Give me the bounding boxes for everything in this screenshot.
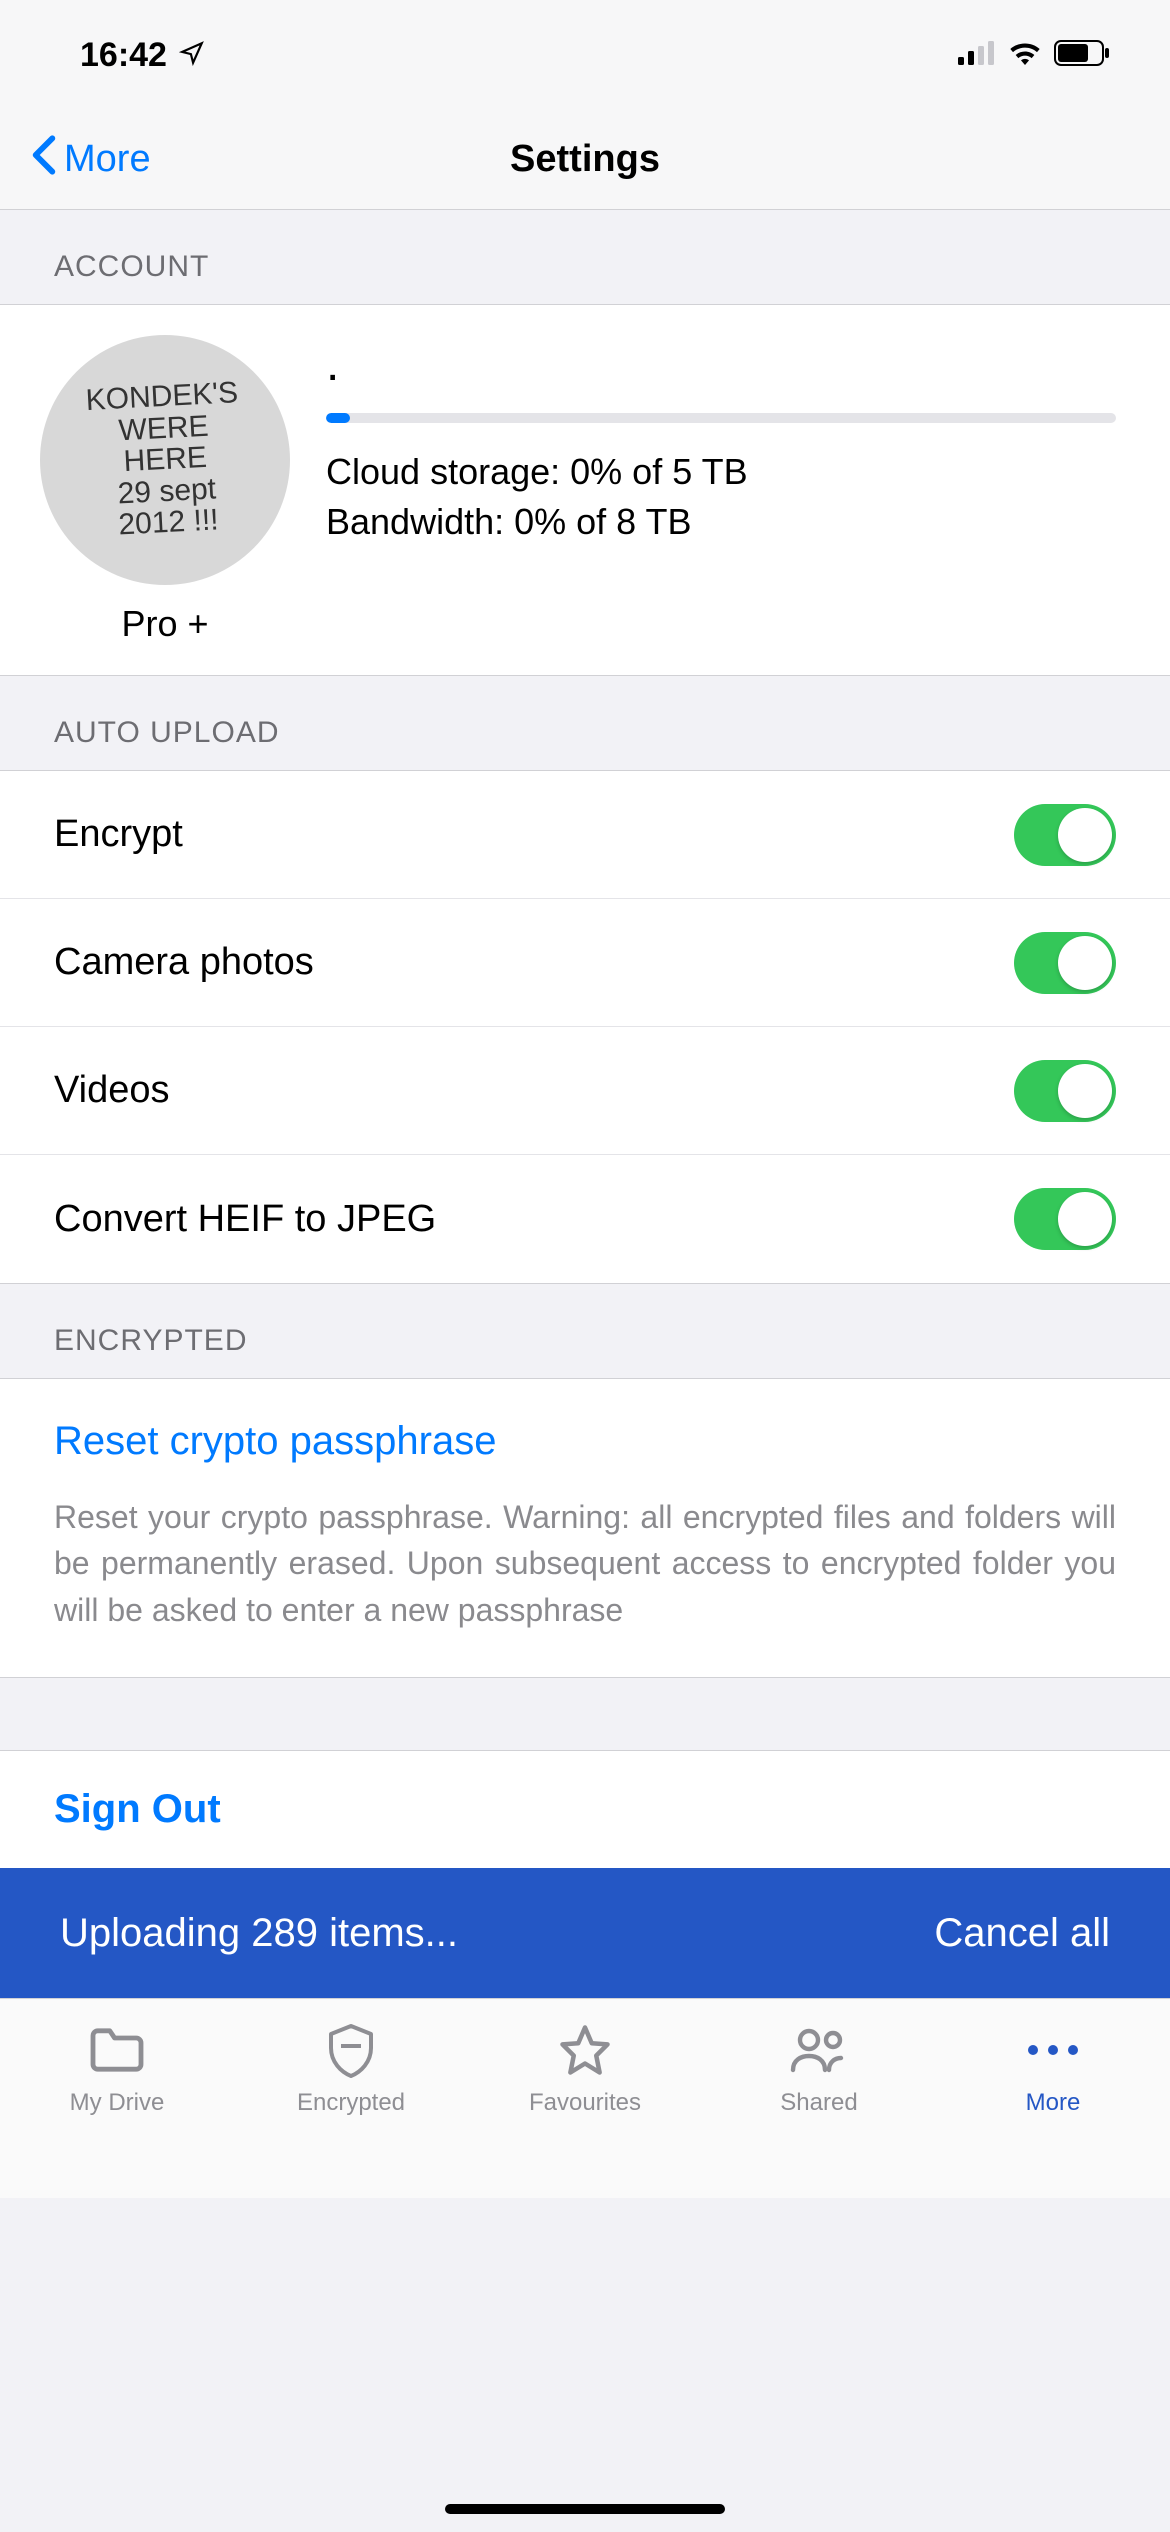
toggle-row-heif-to-jpeg: Convert HEIF to JPEG — [0, 1155, 1170, 1283]
tab-label: My Drive — [70, 2089, 165, 2117]
reset-crypto-description: Reset your crypto passphrase. Warning: a… — [0, 1484, 1170, 1678]
tab-more[interactable]: More — [936, 2021, 1170, 2117]
folder-icon — [88, 2021, 146, 2079]
home-indicator[interactable] — [445, 2504, 725, 2514]
cancel-all-button[interactable]: Cancel all — [934, 1911, 1110, 1956]
status-right — [958, 40, 1110, 71]
avatar: KONDEK'S WERE HERE 29 sept 2012 !!! — [40, 335, 290, 585]
tab-label: Shared — [780, 2089, 857, 2117]
status-bar: 16:42 — [0, 0, 1170, 110]
people-icon — [789, 2021, 849, 2079]
shield-icon — [326, 2021, 376, 2079]
plan-label: Pro + — [121, 603, 208, 645]
reset-crypto-button[interactable]: Reset crypto passphrase — [0, 1379, 1170, 1484]
storage-progress — [326, 413, 1116, 423]
tab-encrypted[interactable]: Encrypted — [234, 2021, 468, 2117]
more-icon — [1023, 2021, 1083, 2079]
page-title: Settings — [0, 138, 1170, 181]
account-cell[interactable]: KONDEK'S WERE HERE 29 sept 2012 !!! Pro … — [0, 304, 1170, 676]
toggle-label: Camera photos — [54, 941, 314, 984]
sign-out-button[interactable]: Sign Out — [0, 1750, 1170, 1868]
heif-to-jpeg-switch[interactable] — [1014, 1188, 1116, 1250]
encrypt-switch[interactable] — [1014, 804, 1116, 866]
section-header-account: ACCOUNT — [0, 210, 1170, 304]
tab-label: More — [1026, 2089, 1081, 2117]
chevron-left-icon — [30, 135, 58, 185]
toggle-row-camera-photos: Camera photos — [0, 899, 1170, 1027]
tab-label: Encrypted — [297, 2089, 405, 2117]
account-name: . — [326, 353, 1116, 377]
back-label: More — [64, 138, 151, 181]
videos-switch[interactable] — [1014, 1060, 1116, 1122]
nav-bar: More Settings — [0, 110, 1170, 210]
tab-bar: My Drive Encrypted Favourites Share — [0, 1998, 1170, 2198]
upload-status: Uploading 289 items... — [60, 1911, 458, 1956]
toggle-label: Videos — [54, 1069, 170, 1112]
storage-line: Cloud storage: 0% of 5 TB — [326, 451, 1116, 493]
status-time: 16:42 — [80, 36, 167, 75]
back-button[interactable]: More — [30, 135, 151, 185]
tab-favourites[interactable]: Favourites — [468, 2021, 702, 2117]
battery-icon — [1054, 40, 1110, 71]
tab-shared[interactable]: Shared — [702, 2021, 936, 2117]
tab-label: Favourites — [529, 2089, 641, 2117]
wifi-icon — [1008, 41, 1042, 70]
upload-banner: Uploading 289 items... Cancel all — [0, 1868, 1170, 1998]
camera-photos-switch[interactable] — [1014, 932, 1116, 994]
cellular-icon — [958, 41, 996, 70]
toggle-row-encrypt: Encrypt — [0, 771, 1170, 899]
section-header-encrypted: ENCRYPTED — [0, 1284, 1170, 1378]
toggle-label: Convert HEIF to JPEG — [54, 1198, 436, 1241]
toggle-row-videos: Videos — [0, 1027, 1170, 1155]
star-icon — [557, 2021, 613, 2079]
location-icon — [179, 40, 205, 71]
section-header-auto-upload: AUTO UPLOAD — [0, 676, 1170, 770]
tab-my-drive[interactable]: My Drive — [0, 2021, 234, 2117]
bandwidth-line: Bandwidth: 0% of 8 TB — [326, 501, 1116, 543]
storage-progress-fill — [326, 413, 350, 423]
toggle-label: Encrypt — [54, 813, 183, 856]
